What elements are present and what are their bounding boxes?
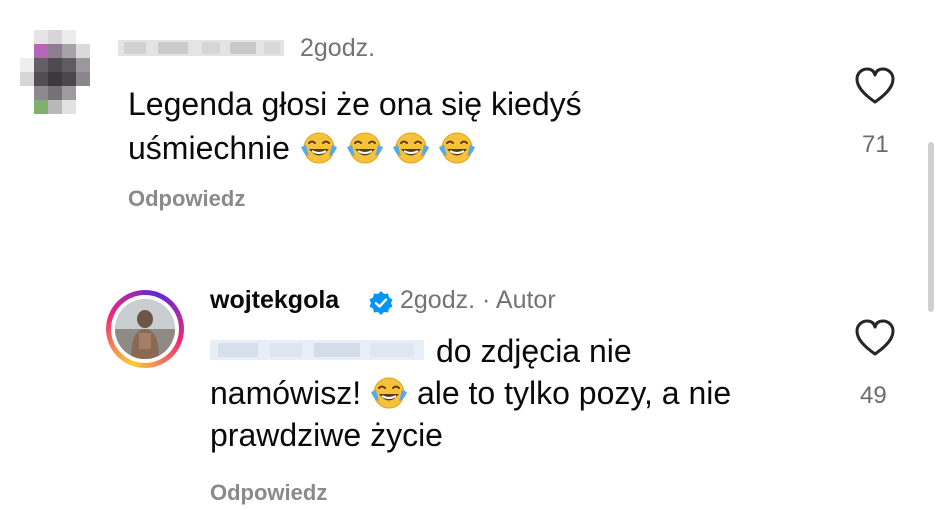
like-count: 71 (862, 131, 889, 158)
comment-text-line: Legenda głosi że ona się kiedyś (128, 86, 582, 122)
like-count: 49 (860, 382, 887, 409)
reply-button[interactable]: Odpowiedz (128, 186, 245, 212)
comment-text-line: uśmiechnie (128, 126, 582, 170)
comment-text-line: do zdjęcia nie (436, 333, 632, 369)
reply-button[interactable]: Odpowiedz (210, 480, 327, 506)
like-heart-icon[interactable] (854, 318, 896, 358)
pixelated-avatar[interactable] (18, 30, 106, 120)
face-with-tears-of-joy-icon (300, 131, 338, 165)
verified-badge-icon (369, 291, 393, 315)
face-with-tears-of-joy-icon (346, 131, 384, 165)
comment-text: do zdjęcia nie namówisz! ale to tylko po… (210, 330, 731, 456)
face-with-tears-of-joy-icon (438, 131, 476, 165)
author-avatar[interactable] (106, 290, 184, 368)
comment-text-line: namówisz! ale to tylko pozy, a nie (210, 375, 732, 411)
face-with-tears-of-joy-icon (392, 131, 430, 165)
scrollbar[interactable] (928, 142, 934, 312)
author-username[interactable]: wojtekgola (210, 286, 339, 315)
blurred-username[interactable] (118, 38, 284, 58)
comment-text: Legenda głosi że ona się kiedyś uśmiechn… (128, 82, 582, 170)
comment-text-line: prawdziwe życie (210, 417, 443, 453)
like-heart-icon[interactable] (854, 66, 896, 106)
comment-meta: 2godz. · Autor (400, 286, 556, 314)
comment-timestamp: 2godz. (300, 34, 376, 62)
face-with-tears-of-joy-icon (370, 376, 408, 410)
avatar-photo (115, 299, 175, 359)
